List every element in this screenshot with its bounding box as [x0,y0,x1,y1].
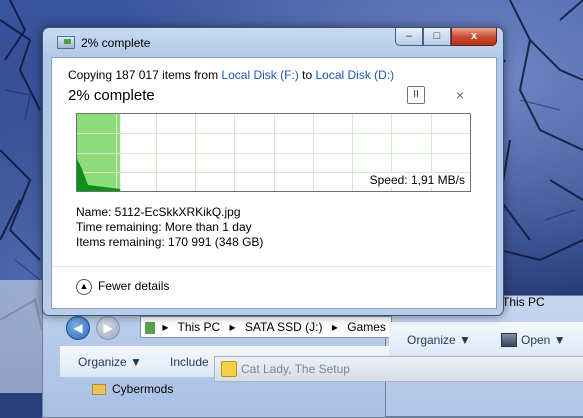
breadcrumb-separator-icon[interactable]: ▸ [162,320,168,334]
fewer-details-toggle[interactable]: ▲ Fewer details [76,279,169,295]
details-separator [52,266,494,267]
taskbar-window-cat-lady[interactable]: Cat Lady, The Setup [214,356,583,382]
speed-readout: Speed: 1,91 MB/s [367,173,465,187]
tree-item-cybermods[interactable]: Cybermods [92,382,173,396]
current-file-name: Name: 5112-EcSkkXRKikQ.jpg [76,205,241,219]
breadcrumb-this-pc[interactable]: This PC [178,320,221,334]
transfer-details: Name: 5112-EcSkkXRKikQ.jpg Time remainin… [76,205,263,250]
cancel-button[interactable]: × [456,87,464,103]
dialog-title: 2% complete [81,36,151,50]
organize-menu[interactable]: Organize ▼ [78,355,142,369]
time-remaining: Time remaining: More than 1 day [76,220,252,234]
chevron-up-icon: ▲ [76,279,92,295]
destination-link[interactable]: Local Disk (D:) [315,68,394,82]
tree-item-label: Cybermods [112,382,174,396]
breadcrumb-sata-ssd[interactable]: SATA SSD (J:) [245,320,323,334]
include-in-library-menu[interactable]: Include [170,355,209,369]
minimize-button[interactable]: – [395,28,423,46]
breadcrumb-separator-icon[interactable]: ▸ [230,320,236,334]
address-bar[interactable]: ▸ This PC ▸ SATA SSD (J:) ▸ Games [140,316,392,338]
app-icon [221,361,237,377]
items-remaining: Items remaining: 170 991 (348 GB) [76,235,264,249]
dialog-titlebar[interactable]: 2% complete – □ x [43,28,503,56]
transfer-speed-graph: Speed: 1,91 MB/s [76,113,471,192]
progress-status: 2% complete [68,87,155,104]
right-command-bar: Organize ▼ Open ▼ [389,322,583,357]
to-word: to [302,68,313,82]
copy-progress-icon [57,36,75,49]
fewer-details-label: Fewer details [98,279,170,294]
open-app-icon [501,333,517,347]
source-link[interactable]: Local Disk (F:) [221,68,298,82]
forward-button[interactable]: ▶ [96,316,120,340]
maximize-button[interactable]: □ [423,28,451,46]
breadcrumb-separator-icon[interactable]: ▸ [332,320,338,334]
copy-progress-dialog[interactable]: 2% complete – □ x Copying 187 017 items … [42,27,504,316]
open-menu[interactable]: Open ▼ [521,333,566,347]
copy-prefix: Copying 187 017 items from [68,68,219,82]
right-window-location: This PC [502,295,545,309]
caption-buttons: – □ x [395,28,497,46]
organize-menu-right[interactable]: Organize ▼ [407,333,471,347]
back-button[interactable]: ◀ [66,316,90,340]
folder-icon [92,384,106,396]
close-button[interactable]: x [451,28,497,46]
address-folder-icon [145,321,155,334]
copy-summary: Copying 187 017 items from Local Disk (F… [68,68,394,82]
pause-button[interactable]: II [407,86,425,104]
window-title-cat-lady: Cat Lady, The Setup [241,362,350,376]
breadcrumb-games[interactable]: Games [347,320,386,334]
